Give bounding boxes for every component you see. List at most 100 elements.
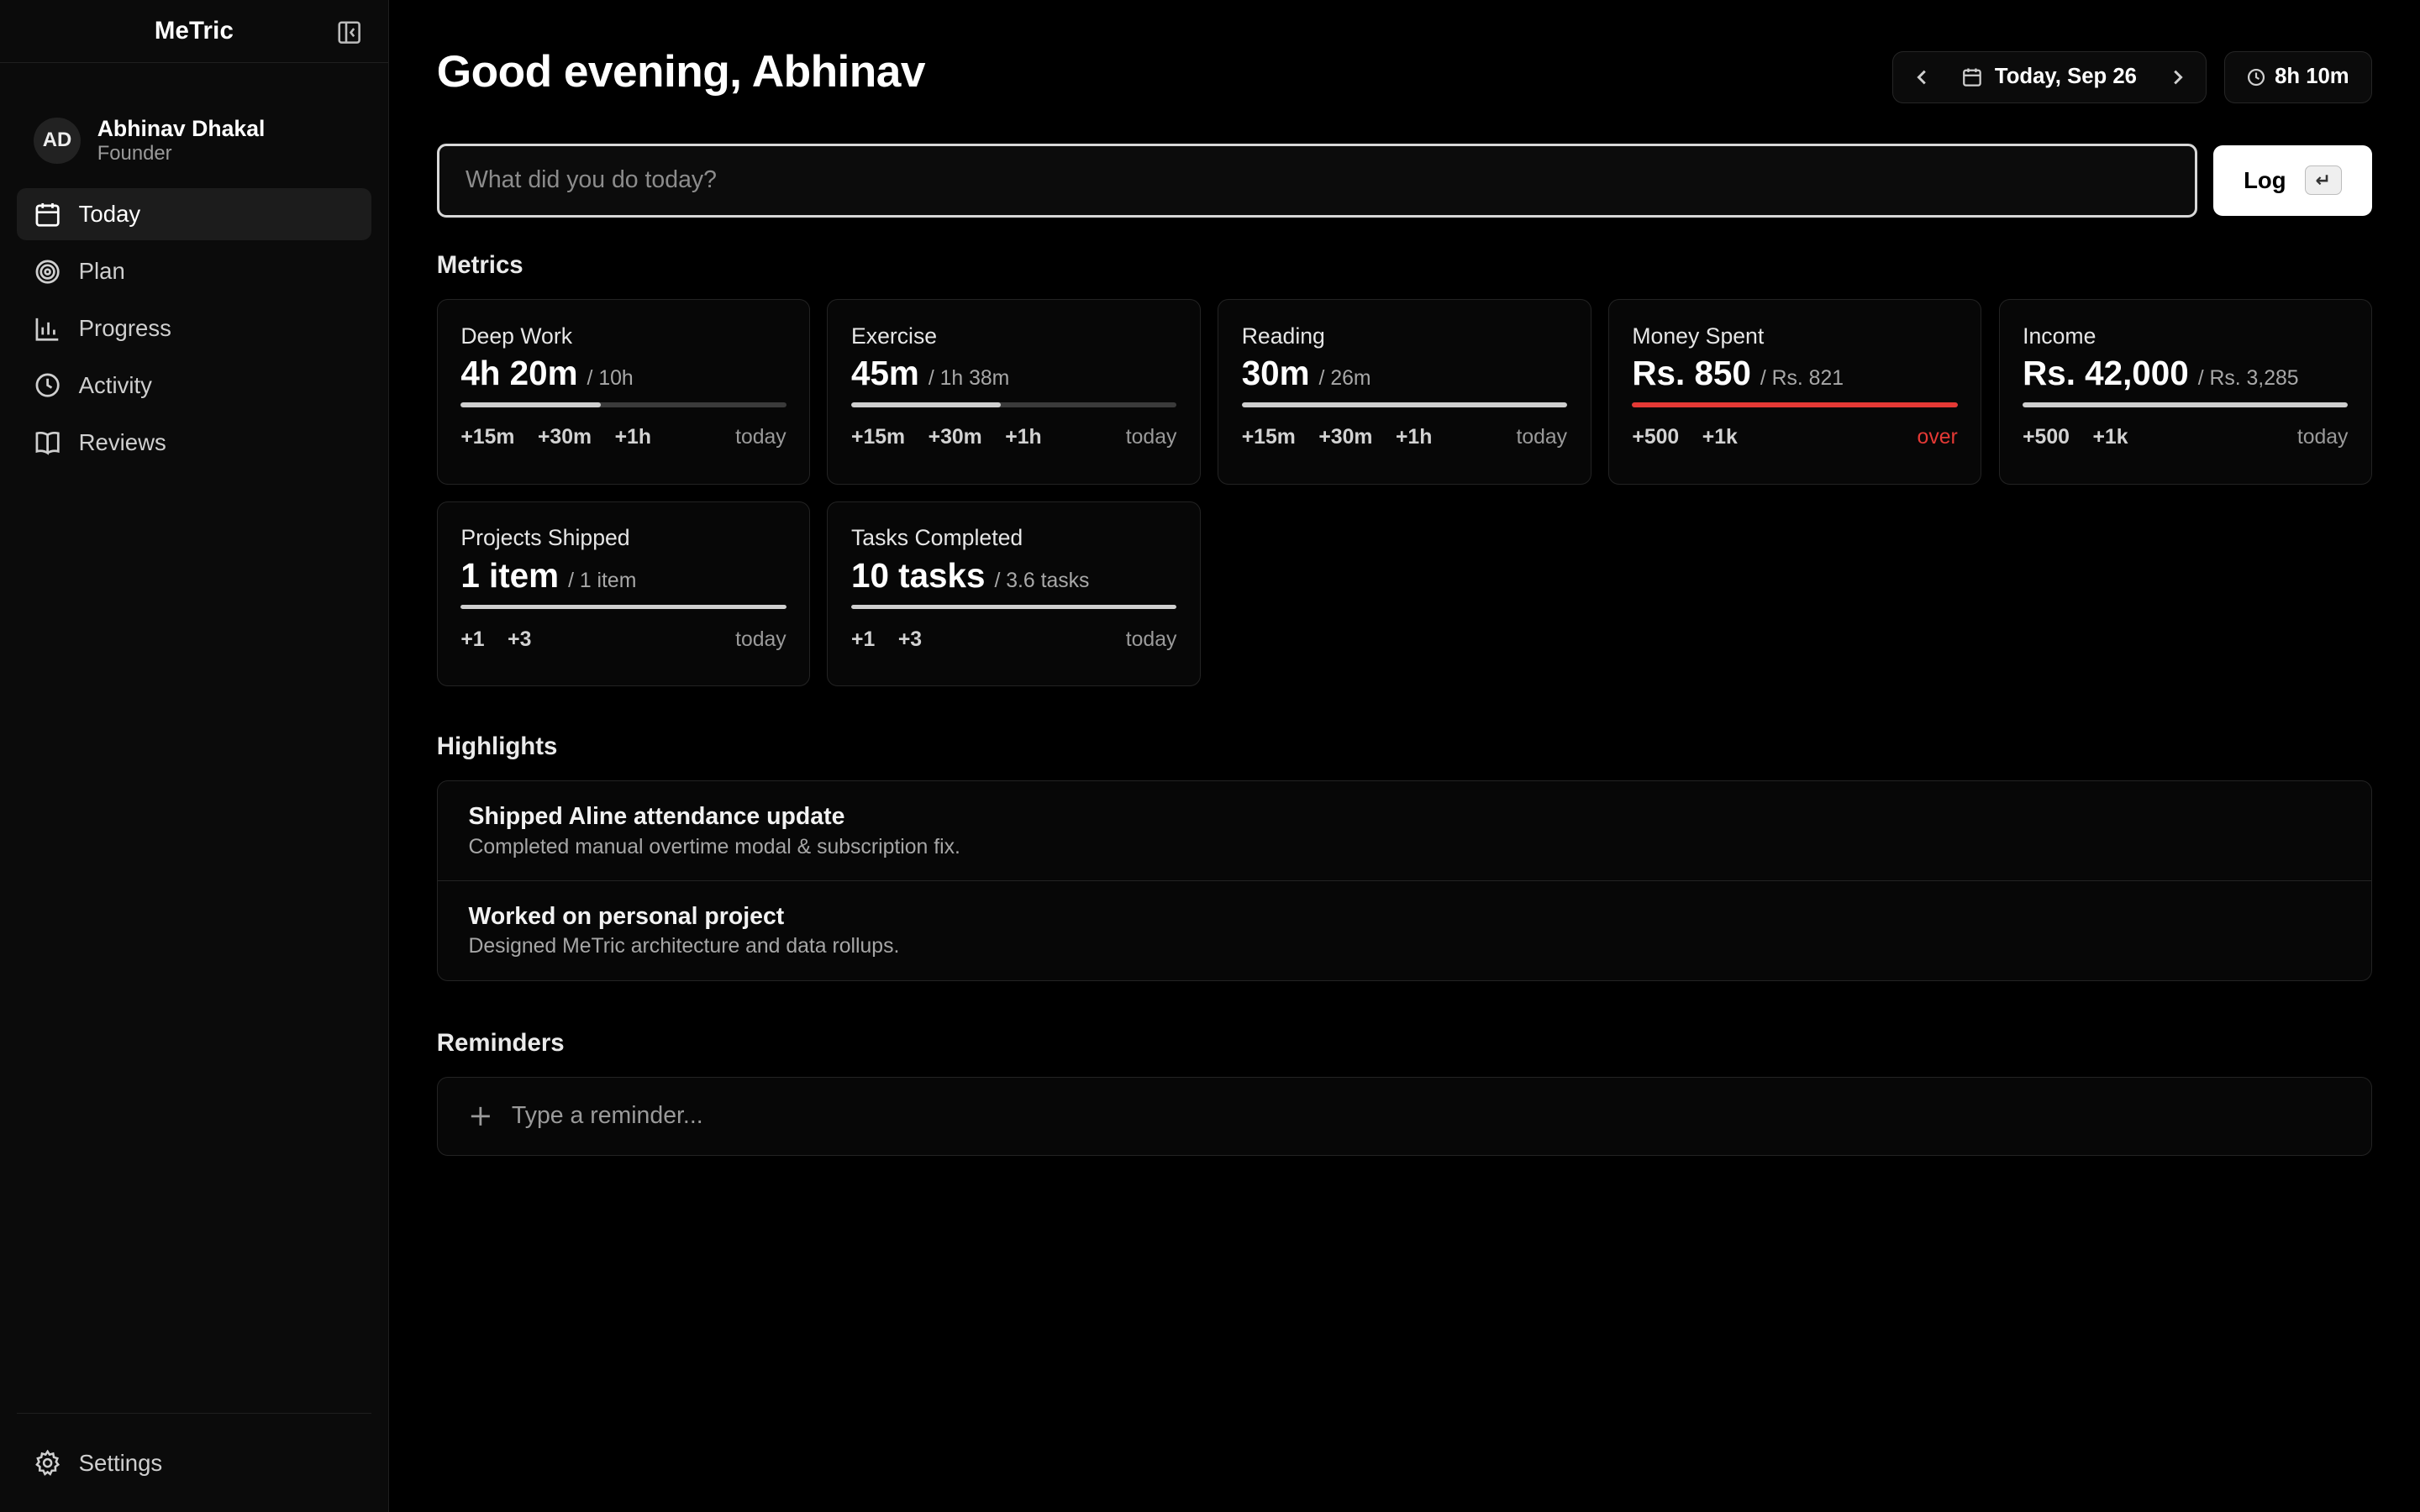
increment-button[interactable]: +1k [1702,426,1738,449]
calendar-icon [34,201,61,228]
total-time-badge[interactable]: 8h 10m [2223,50,2372,104]
increment-button[interactable]: +3 [508,628,531,652]
increment-button[interactable]: +1h [1396,426,1432,449]
metric-status: today [1125,425,1177,449]
increment-button[interactable]: +1 [851,628,875,652]
metric-name: Exercise [851,323,938,349]
target-icon [34,258,61,286]
log-button[interactable]: Log ↵ [2212,144,2372,217]
increment-button[interactable]: +500 [1632,426,1679,449]
plus-icon[interactable] [469,1104,493,1128]
increment-button[interactable]: +30m [1318,426,1372,449]
metric-target: / 3.6 tasks [994,569,1090,592]
sidebar-item-today[interactable]: Today [17,188,371,241]
increment-button[interactable]: +30m [929,426,982,449]
increment-button[interactable]: +30m [538,426,592,449]
collapse-sidebar-icon[interactable] [335,18,363,46]
metric-name: Deep Work [460,323,573,349]
metric-card[interactable]: Exercise 45m / 1h 38m +15m +30m +1h today [827,299,1201,485]
metric-status: today [735,627,786,651]
highlight-description: Completed manual overtime modal & subscr… [468,835,960,858]
metric-progress-fill [1241,402,1568,407]
metric-card[interactable]: Projects Shipped 1 item / 1 item +1 +3 today [436,501,811,687]
metric-progress-fill [1632,402,1958,407]
metric-progress-bar [851,604,1177,610]
metric-name: Tasks Completed [851,525,1023,551]
enter-key-icon: ↵ [2304,165,2342,196]
sidebar: MeTric AD Abhinav Dhakal Founder Today P… [0,0,389,1512]
highlight-item[interactable]: Shipped Aline attendance update Complete… [438,781,2371,880]
metric-progress-fill [851,402,1002,407]
metric-card[interactable]: Tasks Completed 10 tasks / 3.6 tasks +1 +3 to… [827,501,1201,687]
metric-progress-fill [851,604,1177,610]
metric-value: 45m [851,354,919,393]
highlight-item[interactable]: Worked on personal project Designed MeTr… [437,879,2371,979]
metric-progress-bar [460,402,786,407]
metric-target: / Rs. 3,285 [2197,367,2299,391]
increment-button[interactable]: +1h [615,426,651,449]
metric-status: today [1516,425,1568,449]
metric-target: / 10h [587,367,634,391]
app-logo-text: MeTric [154,17,234,45]
sidebar-item-plan[interactable]: Plan [17,245,371,297]
increment-button[interactable]: +15m [851,426,905,449]
sidebar-item-settings[interactable]: Settings [17,1413,371,1512]
main-content: Good evening, Abhinav Today, Sep 26 8h 1… [389,0,2420,1512]
highlight-title: Shipped Aline attendance update [468,803,845,831]
metric-card[interactable]: Income Rs. 42,000 / Rs. 3,285 +500 +1k today [1998,299,2372,485]
highlights-list: Shipped Aline attendance update Complete… [436,780,2372,982]
metric-name: Reading [1241,323,1325,349]
reminders-heading: Reminders [436,1029,565,1058]
increment-button[interactable]: +1h [1005,426,1041,449]
gear-icon [34,1449,61,1477]
sidebar-item-progress[interactable]: Progress [17,302,371,354]
user-profile[interactable]: AD Abhinav Dhakal Founder [0,63,388,183]
settings-label: Settings [78,1449,163,1476]
metric-target: / 1 item [568,569,637,592]
sidebar-item-activity[interactable]: Activity [17,360,371,412]
sidebar-item-label: Today [78,201,141,228]
sidebar-item-label: Activity [78,372,152,399]
metric-card[interactable]: Reading 30m / 26m +15m +30m +1h today [1218,299,1591,485]
reminder-input-row [436,1077,2372,1156]
metric-value: 1 item [460,555,560,595]
metric-target: / Rs. 821 [1760,367,1844,391]
book-icon [34,428,61,456]
metric-value: Rs. 42,000 [2023,354,2189,393]
log-input[interactable] [436,143,2198,218]
metric-card[interactable]: Deep Work 4h 20m / 10h +15m +30m +1h today [436,299,811,485]
metric-progress-bar [2023,402,2349,407]
metric-value: Rs. 850 [1632,354,1751,393]
highlight-title: Worked on personal project [468,902,785,930]
increment-button[interactable]: +15m [460,426,514,449]
chevron-left-icon[interactable] [1912,66,1933,88]
metric-status: today [735,425,786,449]
metric-progress-bar [851,402,1177,407]
increment-button[interactable]: +15m [1242,426,1296,449]
reminder-input[interactable] [511,1102,2287,1131]
calendar-icon [1962,67,1982,87]
user-role: Founder [97,141,172,165]
metric-name: Money Spent [1632,323,1765,349]
metric-progress-fill [460,402,601,407]
metric-progress-bar [1632,402,1958,407]
increment-button[interactable]: +3 [898,628,922,652]
log-button-label: Log [2244,166,2286,193]
sidebar-nav: Today Plan Progress Activity Reviews [0,188,388,469]
metrics-heading: Metrics [436,251,523,280]
date-picker-button[interactable]: Today, Sep 26 [1962,65,2137,89]
page-title: Good evening, Abhinav [436,47,926,97]
increment-button[interactable]: +1k [2092,426,2128,449]
sidebar-item-reviews[interactable]: Reviews [17,417,371,469]
bar-chart-icon [34,315,61,343]
metric-card[interactable]: Money Spent Rs. 850 / Rs. 821 +500 +1k over [1607,299,1982,485]
clock-icon [34,372,61,400]
metric-status: today [2296,425,2349,449]
metric-progress-bar [460,604,786,610]
metric-target: / 26m [1318,367,1371,391]
increment-button[interactable]: +500 [2023,426,2070,449]
increment-button[interactable]: +1 [460,628,484,652]
highlights-heading: Highlights [436,732,558,761]
chevron-right-icon[interactable] [2166,66,2188,88]
metric-status: over [1917,425,1958,449]
